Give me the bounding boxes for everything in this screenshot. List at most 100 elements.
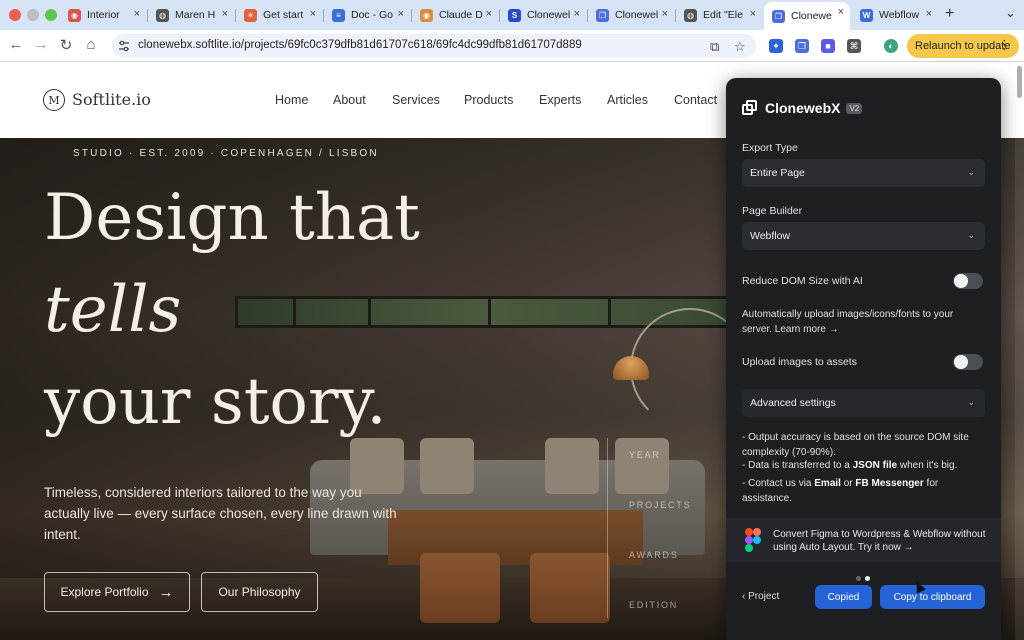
browser-tab[interactable]: ❐ Clonewe × (764, 2, 850, 30)
browser-menu-icon[interactable]: ⋮ (998, 37, 1011, 53)
browser-tab[interactable]: ✳ Get start × (236, 4, 322, 26)
page-builder-label: Page Builder (742, 205, 803, 217)
carousel-dot-active[interactable] (865, 576, 870, 581)
hero-headline-line3: your story. (44, 365, 387, 439)
advanced-settings-dropdown[interactable]: Advanced settings ⌄ (742, 389, 985, 417)
browser-toolbar: ← → ↻ ⌂ clonewebx.softlite.io/projects/6… (0, 30, 1024, 62)
export-type-value: Entire Page (750, 167, 805, 179)
our-philosophy-button[interactable]: Our Philosophy (201, 572, 318, 612)
ottoman-image (420, 553, 500, 623)
tab-favicon-icon: ◍ (156, 8, 169, 22)
extension-icon[interactable]: ◐ (884, 39, 898, 53)
browser-tab[interactable]: ◍ Edit "Ele × (676, 4, 762, 26)
install-app-icon[interactable]: ⧉ (710, 39, 719, 55)
carousel-dots (856, 568, 874, 586)
tab-close-icon[interactable]: × (134, 8, 140, 20)
tab-close-icon[interactable]: × (838, 6, 844, 18)
carousel-dot[interactable] (856, 576, 861, 581)
tab-favicon-icon: ❐ (772, 9, 785, 23)
reload-button[interactable]: ↻ (56, 36, 76, 54)
browser-tab[interactable]: ◍ Maren H × (148, 4, 234, 26)
page-builder-select[interactable]: Webflow ⌄ (742, 222, 985, 250)
nav-link-about[interactable]: About (333, 93, 366, 107)
figma-icon (745, 528, 761, 552)
nav-link-articles[interactable]: Articles (607, 93, 648, 107)
tab-close-icon[interactable]: × (222, 8, 228, 20)
tab-close-icon[interactable]: × (574, 8, 580, 20)
scrollbar-thumb[interactable] (1017, 66, 1022, 98)
tab-close-icon[interactable]: × (398, 8, 404, 20)
browser-tab[interactable]: ❐ Clonewel × (588, 4, 674, 26)
copy-to-clipboard-button[interactable]: Copy to clipboard (880, 585, 985, 609)
browser-tab[interactable]: ◉ Claude D × (412, 4, 498, 26)
export-type-label: Export Type (742, 142, 798, 154)
tab-close-icon[interactable]: × (750, 8, 756, 20)
page-builder-value: Webflow (750, 230, 791, 242)
arrow-right-icon: → (158, 583, 174, 601)
browser-tab[interactable]: ◉ Interior × (60, 4, 146, 26)
tab-title: Webflow (879, 9, 920, 21)
copied-button[interactable]: Copied (815, 585, 872, 609)
nav-link-services[interactable]: Services (392, 93, 440, 107)
tab-title: Interior (87, 9, 120, 21)
tab-favicon-icon: ◉ (68, 8, 81, 22)
home-button[interactable]: ⌂ (81, 36, 101, 53)
bookmark-star-icon[interactable]: ☆ (734, 39, 746, 55)
page-scrollbar[interactable] (1015, 62, 1024, 640)
browser-tab-bar: ◉ Interior × ◍ Maren H × ✳ Get start × ≡ Doc - Go ×… (0, 0, 1024, 30)
figma-promo-banner[interactable]: Convert Figma to Wordpress & Webflow wit… (726, 518, 1001, 562)
window-minimize-button[interactable] (27, 9, 39, 21)
hero-headline-line1: Design that (44, 181, 420, 255)
forward-button[interactable]: → (31, 36, 51, 53)
back-button[interactable]: ← (6, 36, 26, 53)
window-maximize-button[interactable] (45, 9, 57, 21)
extension-icon[interactable]: ❐ (795, 39, 809, 53)
auto-upload-text[interactable]: Automatically upload images/icons/fonts … (742, 308, 982, 337)
note-contact-pre: - Contact us via (742, 478, 815, 489)
explore-portfolio-button[interactable]: Explore Portfolio → (44, 572, 190, 612)
chevron-down-icon: ⌄ (967, 167, 975, 177)
nav-link-products[interactable]: Products (464, 93, 513, 107)
tab-favicon-icon: ❐ (596, 8, 609, 22)
tab-title: Get start (263, 9, 304, 21)
browser-tab[interactable]: ≡ Doc - Go × (324, 4, 410, 26)
tab-favicon-icon: ◍ (684, 8, 697, 22)
upload-assets-toggle[interactable] (953, 354, 983, 370)
address-bar[interactable]: clonewebx.softlite.io/projects/69fc0c379… (112, 34, 756, 58)
relaunch-to-update-button[interactable]: Relaunch to update ⋮ (907, 34, 1019, 58)
clonewebx-logo-icon (742, 100, 758, 116)
tab-search-button[interactable]: ⌄ (1005, 5, 1016, 21)
email-link[interactable]: Email (814, 478, 841, 489)
nav-link-experts[interactable]: Experts (539, 93, 581, 107)
browser-tab[interactable]: S Clonewel × (500, 4, 586, 26)
logo-text[interactable]: Softlite.io (72, 90, 151, 109)
tab-close-icon[interactable]: × (310, 8, 316, 20)
export-type-select[interactable]: Entire Page ⌄ (742, 159, 985, 187)
tab-title: Maren H (175, 9, 216, 21)
cushion-image (615, 438, 669, 494)
tab-close-icon[interactable]: × (662, 8, 668, 20)
tab-close-icon[interactable]: × (486, 8, 492, 20)
logo-mark[interactable]: M (43, 89, 65, 111)
tab-title: Edit "Ele (703, 9, 743, 21)
reduce-dom-toggle[interactable] (953, 273, 983, 289)
site-settings-icon[interactable] (118, 40, 130, 52)
back-to-project-link[interactable]: ‹ Project (742, 591, 779, 602)
new-tab-button[interactable]: + (945, 5, 954, 23)
tab-close-icon[interactable]: × (926, 8, 932, 20)
stat-projects: PROJECTS (629, 500, 692, 510)
browser-tab[interactable]: W Webflow × (852, 4, 938, 26)
extension-icon[interactable]: ■ (821, 39, 835, 53)
window-close-button[interactable] (9, 9, 21, 21)
fb-messenger-link[interactable]: FB Messenger (855, 478, 923, 489)
hero-eyebrow: STUDIO · EST. 2009 · COPENHAGEN / LISBON (73, 148, 379, 159)
nav-link-home[interactable]: Home (275, 93, 308, 107)
hero-lead-text: Timeless, considered interiors tailored … (44, 485, 397, 542)
panel-title: ClonewebX (765, 100, 841, 116)
explore-portfolio-label: Explore Portfolio (60, 585, 149, 599)
extension-icon[interactable]: ✦ (769, 39, 783, 53)
tab-favicon-icon: ≡ (332, 8, 345, 22)
note-json: - Data is transferred to a JSON file whe… (742, 459, 982, 474)
nav-link-contact[interactable]: Contact (674, 93, 717, 107)
extension-icon[interactable]: ⌘ (847, 39, 861, 53)
